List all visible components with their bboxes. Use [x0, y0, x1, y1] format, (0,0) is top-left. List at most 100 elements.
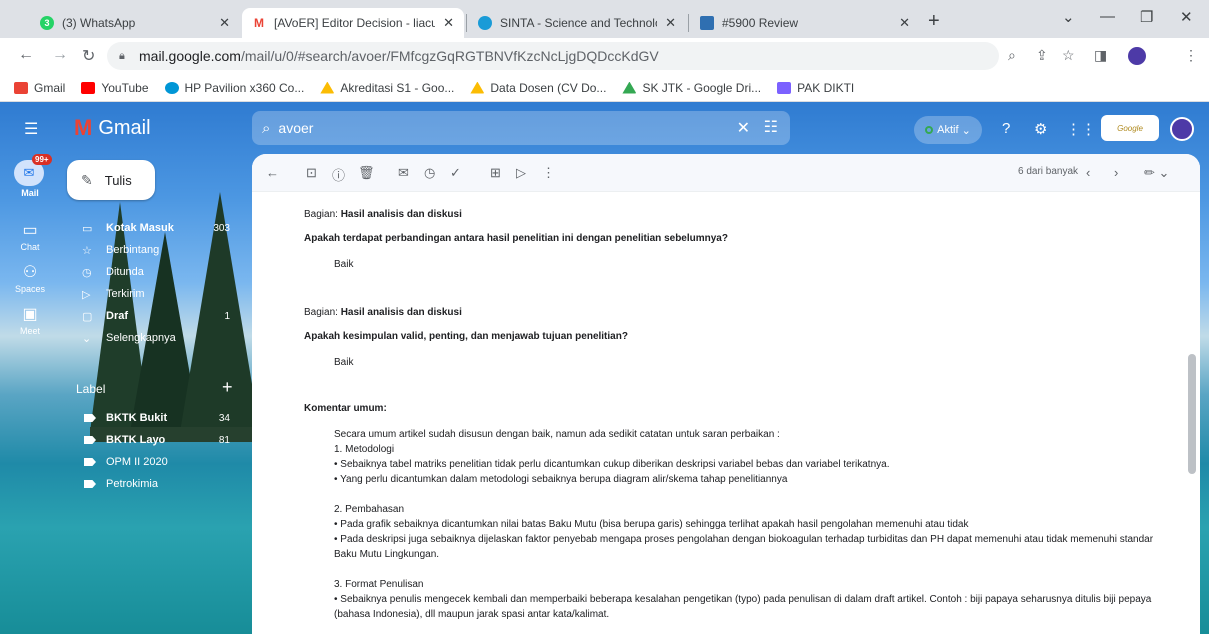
comment-line: (bahasa Indonesia), dll maupun jarak spa…: [334, 609, 610, 620]
browser-tab-bar: 3 (3) WhatsApp ✕ M [AVoER] Editor Decisi…: [0, 0, 1209, 38]
message-toolbar: ← ⊡ ⓘ 🗑︎ ✉ ◷ ✓ ⊞ ▷ ⋮ 6 dari banyak ‹ › ✏…: [252, 154, 1200, 192]
close-icon[interactable]: ✕: [665, 15, 676, 31]
menu-icon[interactable]: ⋮: [1184, 47, 1198, 64]
add-task-icon[interactable]: ✓: [450, 165, 461, 181]
label-petrokimia[interactable]: Petrokimia: [60, 474, 238, 494]
apps-grid-icon[interactable]: ⋮⋮: [1066, 120, 1096, 138]
bookmark-akreditasi[interactable]: Akreditasi S1 - Goo...: [320, 81, 454, 95]
status-button[interactable]: Aktif ⌄: [914, 116, 982, 144]
comment-line: Secara umum artikel sudah disusun dengan…: [334, 429, 780, 440]
rail-meet[interactable]: ▣ Meet: [0, 304, 60, 336]
nav-item-ditunda[interactable]: ◷ Ditunda: [60, 262, 238, 282]
clock-icon: ◷: [82, 266, 92, 279]
bookmark-gmail[interactable]: Gmail: [14, 81, 65, 95]
star-icon[interactable]: ☆: [1062, 47, 1075, 64]
address-bar-row: ← → ↻ 🔒︎ mail.google.com/mail/u/0/#searc…: [0, 38, 1209, 74]
close-icon[interactable]: ✕: [219, 15, 230, 31]
close-icon[interactable]: ✕: [899, 15, 910, 31]
meet-icon: ▣: [22, 306, 38, 323]
back-button[interactable]: ←: [18, 46, 34, 64]
scrollbar-thumb[interactable]: [1188, 354, 1196, 474]
vertical-scrollbar[interactable]: [1188, 194, 1196, 624]
tab-sinta[interactable]: SINTA - Science and Technology ✕: [468, 8, 686, 38]
nav-item-draf[interactable]: ▢ Draf 1: [60, 306, 238, 326]
status-dot-icon: [925, 126, 934, 134]
bookmark-youtube[interactable]: YouTube: [81, 81, 149, 95]
settings-gear-icon[interactable]: ⚙: [1034, 120, 1047, 138]
zoom-icon[interactable]: ⌕: [1008, 47, 1016, 64]
compose-button[interactable]: ✎ Tulis: [67, 160, 155, 200]
organization-logo[interactable]: Google: [1101, 115, 1159, 141]
tab-gmail[interactable]: M [AVoER] Editor Decision - liacund ✕: [242, 8, 464, 38]
tab-review[interactable]: #5900 Review ✕: [690, 8, 920, 38]
delete-icon[interactable]: 🗑︎: [358, 165, 375, 181]
minimize-button[interactable]: —: [1100, 8, 1115, 25]
search-options-icon[interactable]: ☷: [764, 117, 778, 137]
profile-avatar[interactable]: [1128, 47, 1146, 65]
clear-search-icon[interactable]: ✕: [737, 118, 750, 138]
nav-item-terkirim[interactable]: ▷ Terkirim: [60, 284, 238, 304]
label-icon[interactable]: ▷: [516, 165, 526, 181]
bookmark-data-dosen[interactable]: Data Dosen (CV Do...: [470, 81, 606, 95]
nav-item-selengkapnya[interactable]: ⌄ Selengkapnya: [60, 328, 238, 348]
rail-chat[interactable]: ▭ Chat: [0, 220, 60, 252]
search-icon[interactable]: ⌕: [262, 120, 270, 137]
add-label-icon[interactable]: +: [222, 377, 233, 398]
nav-item-kotak-masuk[interactable]: ▭ Kotak Masuk 303: [60, 218, 238, 238]
send-icon: ▷: [82, 288, 91, 301]
sidepanel-icon[interactable]: ◨: [1094, 47, 1107, 64]
label-opm-ii-2020[interactable]: OPM II 2020: [60, 452, 238, 472]
share-icon[interactable]: ⇪: [1036, 47, 1048, 64]
archive-icon[interactable]: ⊡: [306, 165, 317, 181]
more-options-icon[interactable]: ⋮: [542, 165, 555, 181]
bookmark-hp[interactable]: HP Pavilion x360 Co...: [164, 81, 304, 95]
mail-rail-icon[interactable]: ✉ 99+: [14, 154, 52, 186]
drive-icon: [470, 81, 485, 94]
comment-line: 1. Metodologi: [334, 444, 395, 455]
chat-icon: ▭: [22, 222, 38, 239]
window-close-button[interactable]: ✕: [1180, 8, 1193, 26]
tab-whatsapp[interactable]: 3 (3) WhatsApp ✕: [30, 8, 240, 38]
account-avatar[interactable]: [1170, 117, 1194, 141]
mark-unread-icon[interactable]: ✉: [398, 165, 409, 181]
comment-line: 3. Format Penulisan: [334, 579, 424, 590]
label-bktk-bukit[interactable]: BKTK Bukit 34: [60, 408, 238, 428]
comment-line: 2. Pembahasan: [334, 504, 405, 515]
unread-badge: 99+: [32, 154, 52, 165]
rail-spaces[interactable]: ⚇ Spaces: [0, 262, 60, 294]
pak-dikti-icon: [777, 81, 792, 94]
tab-title: (3) WhatsApp: [62, 16, 136, 30]
gmail-icon: [14, 81, 28, 94]
nav-item-berbintang[interactable]: ☆ Berbintang: [60, 240, 238, 260]
snooze-icon[interactable]: ◷: [424, 165, 435, 181]
bookmark-pak-dikti[interactable]: PAK DIKTI: [777, 81, 854, 95]
bookmarks-bar: Gmail YouTube HP Pavilion x360 Co... Akr…: [0, 74, 1209, 102]
spaces-icon: ⚇: [22, 264, 38, 281]
back-arrow-icon[interactable]: ←: [266, 165, 279, 180]
search-input[interactable]: avoer: [278, 120, 313, 136]
move-to-icon[interactable]: ⊞: [490, 165, 501, 181]
bookmark-sk-jtk[interactable]: SK JTK - Google Dri...: [622, 81, 761, 95]
newer-chevron-icon[interactable]: ›: [1114, 165, 1118, 180]
close-icon[interactable]: ✕: [443, 15, 454, 31]
report-spam-icon[interactable]: ⓘ: [332, 165, 345, 184]
restore-button[interactable]: ❐: [1140, 8, 1153, 26]
label-bktk-layo[interactable]: BKTK Layo 81: [60, 430, 238, 450]
section-line: Bagian: Hasil analisis dan diskusi: [304, 209, 462, 220]
older-chevron-icon[interactable]: ‹: [1086, 165, 1090, 180]
tab-title: SINTA - Science and Technology: [500, 16, 658, 30]
gmail-logo[interactable]: M Gmail: [74, 115, 151, 141]
comment-line: • Pada deskripsi juga sebaiknya dijelask…: [334, 534, 1154, 545]
reload-button[interactable]: ↻: [82, 46, 95, 66]
url-path: /mail/u/0/#search/avoer/FMfcgzGqRGTBNVfK…: [240, 48, 659, 64]
comment-line: Baku Mutu Lingkungan.: [334, 549, 440, 560]
search-box[interactable]: ⌕ avoer ✕ ☷: [252, 111, 790, 145]
chevron-down-icon[interactable]: ⌄: [1062, 8, 1075, 26]
new-tab-button[interactable]: +: [928, 10, 940, 33]
label-tag-icon: [84, 436, 96, 444]
url-field[interactable]: 🔒︎ mail.google.com/mail/u/0/#search/avoe…: [107, 42, 999, 70]
help-icon[interactable]: ?: [1002, 120, 1010, 137]
forward-button[interactable]: →: [52, 46, 68, 64]
input-tools-icon[interactable]: ✏ ⌄: [1144, 165, 1169, 181]
star-icon: ☆: [82, 244, 92, 257]
